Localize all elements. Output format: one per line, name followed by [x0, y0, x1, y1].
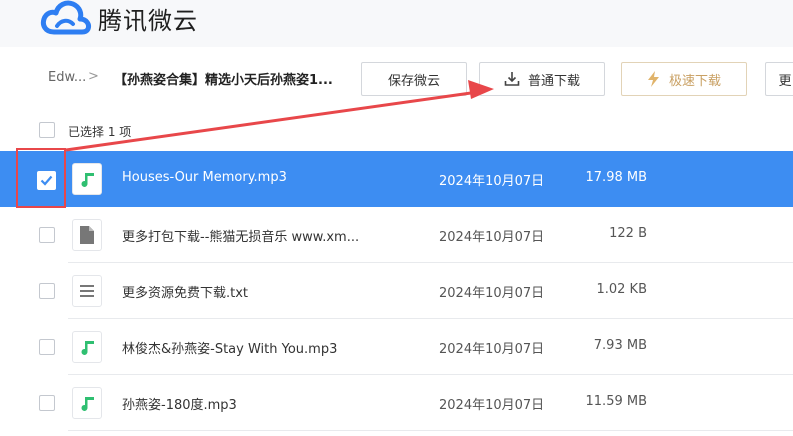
app-logo[interactable]: 腾讯微云 [40, 0, 198, 36]
save-button-label: 保存微云 [387, 73, 440, 89]
file-row[interactable]: 更多资源免费下载.txt 2024年10月07日 1.02 KB [0, 263, 793, 319]
breadcrumb-separator: > [88, 69, 99, 84]
file-size: 17.98 MB [585, 170, 647, 185]
file-checkbox[interactable] [39, 395, 55, 411]
file-size: 11.59 MB [585, 394, 647, 409]
download-icon [504, 71, 520, 87]
file-checkbox[interactable] [39, 283, 55, 299]
select-all-checkbox[interactable] [39, 122, 55, 138]
app-header: 腾讯微云 [0, 0, 793, 47]
file-date: 2024年10月07日 [439, 286, 545, 301]
file-name[interactable]: 林俊杰&孙燕姿-Stay With You.mp3 [122, 338, 337, 357]
file-size: 1.02 KB [596, 282, 647, 297]
normal-download-button[interactable]: 普通下载 [479, 62, 605, 96]
file-name[interactable]: 孙燕姿-180度.mp3 [122, 394, 237, 413]
selection-count: 已选择 1 项 [68, 125, 132, 139]
file-date: 2024年10月07日 [439, 230, 545, 245]
file-size: 122 B [609, 226, 647, 241]
cloud-logo-icon [40, 0, 91, 35]
app-title: 腾讯微云 [98, 6, 198, 35]
file-date: 2024年10月07日 [439, 398, 545, 413]
file-date: 2024年10月07日 [439, 342, 545, 357]
selection-bar: 已选择 1 项 [0, 120, 793, 142]
lightning-icon [647, 71, 661, 87]
toolbar: Edw... > 【孙燕姿合集】精选小天后孙燕姿1... 保存微云 普通下载 极… [0, 60, 793, 100]
file-row[interactable]: Houses-Our Memory.mp3 2024年10月07日 17.98 MB [0, 151, 793, 207]
file-name[interactable]: Houses-Our Memory.mp3 [122, 170, 287, 185]
breadcrumb-root[interactable]: Edw... [48, 70, 86, 85]
file-size: 7.93 MB [593, 338, 647, 353]
file-name[interactable]: 更多资源免费下载.txt [122, 282, 248, 301]
normal-download-label: 普通下载 [527, 73, 580, 89]
file-date: 2024年10月07日 [439, 174, 545, 189]
text-file-icon [72, 275, 102, 307]
file-checkbox[interactable] [39, 339, 55, 355]
annotation-highlight-box [16, 148, 66, 208]
music-file-icon [72, 331, 102, 363]
file-name[interactable]: 更多打包下载--熊猫无损音乐 www.xm... [122, 226, 359, 245]
music-file-icon [72, 163, 102, 195]
row-divider [68, 430, 793, 431]
file-row[interactable]: 林俊杰&孙燕姿-Stay With You.mp3 2024年10月07日 7.93… [0, 319, 793, 375]
more-button[interactable]: 更 [765, 62, 793, 96]
fast-download-label: 极速下载 [668, 73, 721, 89]
breadcrumb-current-folder: 【孙燕姿合集】精选小天后孙燕姿1... [114, 73, 333, 88]
music-file-icon [72, 387, 102, 419]
more-button-label: 更 [778, 73, 792, 89]
file-row[interactable]: 孙燕姿-180度.mp3 2024年10月07日 11.59 MB [0, 375, 793, 431]
save-to-weiyun-button[interactable]: 保存微云 [361, 62, 467, 96]
generic-file-icon [72, 219, 102, 251]
file-checkbox[interactable] [39, 227, 55, 243]
fast-download-button[interactable]: 极速下载 [621, 62, 747, 96]
file-row[interactable]: 更多打包下载--熊猫无损音乐 www.xm... 2024年10月07日 122 B [0, 207, 793, 263]
